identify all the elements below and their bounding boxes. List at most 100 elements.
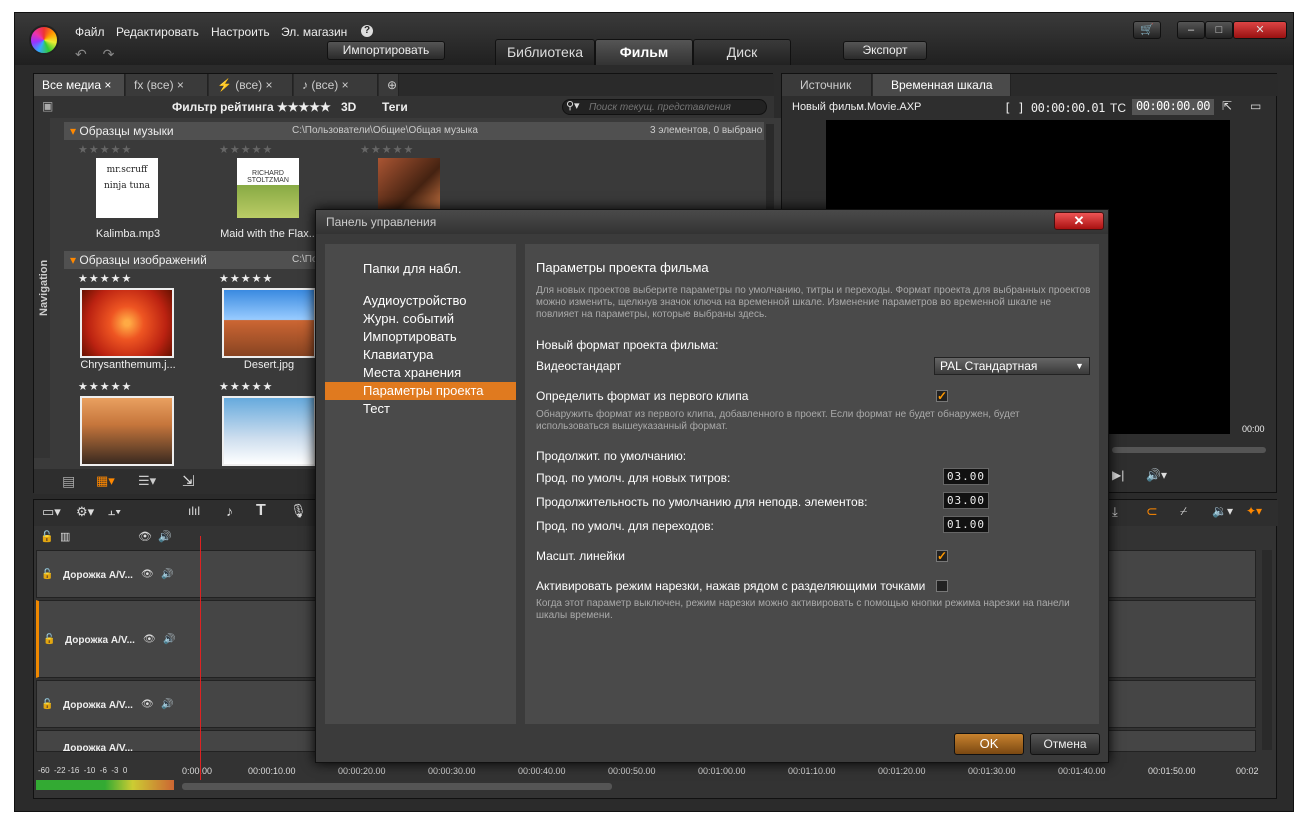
tab-source[interactable]: Источник: [782, 74, 872, 96]
eye-icon[interactable]: 👁: [143, 634, 156, 645]
3d-filter[interactable]: 3D: [341, 100, 356, 114]
grid-view-icon[interactable]: ▦▾: [96, 473, 115, 489]
lock-icon[interactable]: 🔓: [41, 569, 53, 580]
fullscreen-icon[interactable]: ▭: [1250, 99, 1261, 113]
timeline-vscroll[interactable]: [1262, 550, 1272, 750]
speaker-icon[interactable]: 🔊: [158, 530, 172, 543]
nav-keyboard[interactable]: Клавиатура: [325, 346, 516, 364]
menu-settings[interactable]: Настроить: [211, 25, 270, 39]
timeline-settings-icon[interactable]: ⚙▾: [76, 504, 94, 520]
tab-transitions[interactable]: ⚡ (все) ×: [209, 74, 293, 96]
tab-movie[interactable]: Фильм: [595, 39, 693, 65]
tab-timeline[interactable]: Временная шкала: [873, 74, 1011, 96]
volume-icon[interactable]: 🔊▾: [1146, 468, 1167, 482]
navigation-strip[interactable]: Navigation: [34, 118, 50, 458]
item-stars[interactable]: ★★★★★: [219, 143, 273, 156]
microphone-icon[interactable]: 🎙: [290, 503, 307, 519]
nav-storage[interactable]: Места хранения: [325, 364, 516, 382]
lock-icon[interactable]: 🔓: [41, 699, 53, 710]
transition-duration-field[interactable]: 01.00: [943, 516, 989, 533]
speaker-icon[interactable]: 🔊: [163, 634, 175, 645]
nav-event-log[interactable]: Журн. событий: [325, 310, 516, 328]
timeline-hscroll[interactable]: [182, 783, 612, 790]
tab-audio[interactable]: ♪ (все) ×: [294, 74, 378, 96]
item-stars[interactable]: ★★★★★: [78, 143, 132, 156]
nav-watch-folders[interactable]: Папки для набл.: [325, 260, 516, 278]
audio-scrub-icon[interactable]: 🔉▾: [1212, 504, 1233, 518]
align-icon[interactable]: ⫠▾: [108, 504, 121, 519]
razor-icon[interactable]: ⤓: [1112, 504, 1118, 520]
timeline-ruler[interactable]: 0:00.00 00:00:10.00 00:00:20.00 00:00:30…: [180, 766, 1276, 784]
item-stars[interactable]: ★★★★★: [78, 272, 132, 285]
minimize-button[interactable]: –: [1177, 21, 1205, 39]
details-icon[interactable]: ▤: [62, 473, 75, 490]
cart-icon[interactable]: 🛒: [1133, 21, 1161, 39]
rating-filter[interactable]: Фильтр рейтинга ★★★★★: [172, 100, 331, 114]
nav-import[interactable]: Импортировать: [325, 328, 516, 346]
tab-all-media[interactable]: Все медиа ×: [34, 74, 125, 96]
undo-redo-icon[interactable]: ↶ ↷: [75, 46, 120, 63]
image-thumb-penguins[interactable]: [222, 396, 316, 466]
next-frame-icon[interactable]: ▶|: [1112, 468, 1124, 482]
maximize-button[interactable]: □: [1205, 21, 1233, 39]
item-stars[interactable]: ★★★★★: [360, 143, 414, 156]
trim-mode-checkbox[interactable]: [936, 580, 948, 592]
eye-icon[interactable]: 👁: [138, 530, 152, 543]
lock-icon[interactable]: 🔓: [40, 530, 54, 543]
tab-effects[interactable]: fx (все) ×: [126, 74, 208, 96]
ok-button[interactable]: OK: [954, 733, 1024, 755]
title-icon[interactable]: T: [256, 502, 266, 520]
album-cover-maid[interactable]: RICHARD STOLTZMAN: [237, 158, 299, 218]
dialog-close-button[interactable]: ✕: [1054, 212, 1104, 230]
add-tab-icon[interactable]: ⊕: [379, 74, 399, 96]
playhead[interactable]: [200, 536, 201, 780]
help-icon[interactable]: ?: [361, 25, 373, 37]
video-standard-select[interactable]: PAL Стандартная ▼: [934, 357, 1090, 375]
music-icon[interactable]: ♪: [226, 503, 233, 519]
close-button[interactable]: ✕: [1233, 21, 1287, 39]
album-cover-3[interactable]: [378, 158, 440, 213]
collection-icon[interactable]: ▣: [42, 99, 53, 113]
nav-test[interactable]: Тест: [325, 400, 516, 418]
timeline-menu-icon[interactable]: ▭▾: [42, 504, 61, 520]
album-cover-kalimba[interactable]: mr.scruff ninja tuna: [96, 158, 158, 218]
ruler-scale-checkbox[interactable]: ✓: [936, 550, 948, 562]
lock-icon[interactable]: 🔓: [43, 634, 55, 645]
menu-file[interactable]: Файл: [75, 25, 105, 39]
tab-disc[interactable]: Диск: [693, 39, 791, 65]
tags-filter[interactable]: Теги: [382, 100, 408, 114]
menu-store[interactable]: Эл. магазин: [281, 25, 347, 39]
audio-mixer-icon[interactable]: ılıl: [188, 504, 200, 518]
export-button[interactable]: Экспорт: [843, 41, 927, 60]
popout-icon[interactable]: ⇱: [1222, 99, 1232, 113]
item-stars[interactable]: ★★★★★: [219, 272, 273, 285]
search-input[interactable]: [562, 99, 767, 115]
image-thumb-lighthouse[interactable]: [80, 396, 174, 466]
menu-edit[interactable]: Редактировать: [116, 25, 199, 39]
magic-wand-icon[interactable]: ✦▾: [1246, 504, 1262, 518]
eye-icon[interactable]: 👁: [141, 699, 154, 710]
timecode-field[interactable]: 00:00:00.00: [1132, 99, 1214, 115]
magnet-icon[interactable]: ⊂: [1146, 503, 1158, 520]
detect-format-checkbox[interactable]: ✓: [936, 390, 948, 402]
send-to-timeline-icon[interactable]: ⇲: [182, 472, 195, 490]
nav-audio-device[interactable]: Аудиоустройство: [325, 292, 516, 310]
item-stars[interactable]: ★★★★★: [78, 380, 132, 393]
list-view-icon[interactable]: ☰▾: [138, 473, 156, 489]
image-thumb-desert[interactable]: [222, 288, 316, 358]
music-section-header[interactable]: ▾ Образцы музыки C:\Пользователи\Общие\О…: [64, 122, 764, 140]
still-duration-field[interactable]: 03.00: [943, 492, 989, 509]
eye-icon[interactable]: 👁: [141, 569, 154, 580]
cancel-button[interactable]: Отмена: [1030, 733, 1100, 755]
speaker-icon[interactable]: 🔊: [161, 569, 173, 580]
image-thumb-chrysanthemum[interactable]: [80, 288, 174, 358]
trim-icon[interactable]: ⌿: [1180, 504, 1187, 519]
scrubber-bar[interactable]: [1112, 447, 1266, 453]
title-duration-field[interactable]: 03.00: [943, 468, 989, 485]
nav-project-settings[interactable]: Параметры проекта: [325, 382, 516, 400]
import-button[interactable]: Импортировать: [327, 41, 445, 60]
speaker-icon[interactable]: 🔊: [161, 699, 173, 710]
tab-library[interactable]: Библиотека: [495, 39, 595, 65]
item-stars[interactable]: ★★★★★: [219, 380, 273, 393]
dialog-titlebar[interactable]: Панель управления ✕: [316, 210, 1108, 234]
